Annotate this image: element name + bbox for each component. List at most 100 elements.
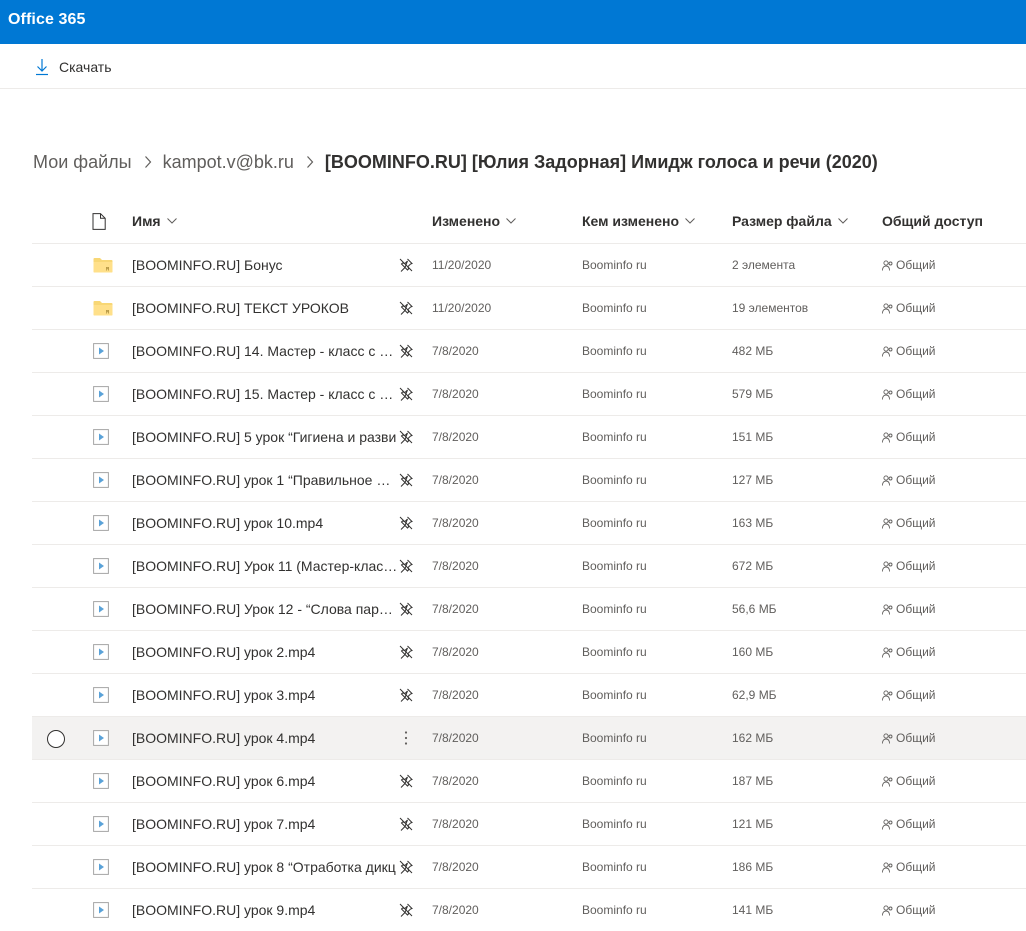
sharing-status[interactable]: Общий xyxy=(882,516,936,530)
table-row[interactable]: [BOOMINFO.RU] урок 3.mp4 7/8/2020 Boominfo… xyxy=(32,674,1026,717)
sharing-status[interactable]: Общий xyxy=(882,387,936,401)
sharing-status[interactable]: Общий xyxy=(882,559,936,573)
pin-off-icon[interactable] xyxy=(398,429,414,445)
table-row[interactable]: [BOOMINFO.RU] 14. Мастер - класс с тем 7/… xyxy=(32,330,1026,373)
chevron-down-icon xyxy=(506,218,516,224)
pin-off-icon[interactable] xyxy=(398,300,414,316)
download-button[interactable]: Скачать xyxy=(34,56,112,78)
modified-date: 11/20/2020 xyxy=(432,301,492,315)
table-row[interactable]: [BOOMINFO.RU] 15. Мастер - класс с тем 7/… xyxy=(32,373,1026,416)
pin-off-icon[interactable] xyxy=(398,515,414,531)
column-header-modified-by[interactable]: Кем изменено xyxy=(582,213,695,229)
sharing-status[interactable]: Общий xyxy=(882,817,936,831)
pin-off-icon[interactable] xyxy=(398,343,414,359)
pin-off-icon[interactable] xyxy=(398,644,414,660)
people-icon xyxy=(882,904,896,916)
command-bar: Скачать xyxy=(0,44,1026,89)
modified-by: Boominfo ru xyxy=(582,817,647,831)
pin-off-icon[interactable] xyxy=(398,902,414,918)
sharing-status[interactable]: Общий xyxy=(882,903,936,917)
file-name[interactable]: [BOOMINFO.RU] урок 9.mp4 xyxy=(132,902,398,918)
pin-off-icon[interactable] xyxy=(398,773,414,789)
file-name[interactable]: [BOOMINFO.RU] Бонус xyxy=(132,257,398,273)
pin-off-icon[interactable] xyxy=(398,386,414,402)
download-label: Скачать xyxy=(59,59,112,75)
table-row[interactable]: я [BOOMINFO.RU] ТЕКСТ УРОКОВ 11/20/2020 Boo… xyxy=(32,287,1026,330)
modified-date: 7/8/2020 xyxy=(432,430,479,444)
pin-off-icon[interactable] xyxy=(398,816,414,832)
file-name[interactable]: [BOOMINFO.RU] урок 3.mp4 xyxy=(132,687,398,703)
pin-off-icon[interactable] xyxy=(398,687,414,703)
people-icon xyxy=(882,302,896,314)
file-name[interactable]: [BOOMINFO.RU] 5 урок “Гигиена и разви xyxy=(132,429,398,445)
pin-off-icon[interactable] xyxy=(398,472,414,488)
breadcrumb-my-files[interactable]: Мои файлы xyxy=(33,152,132,173)
sharing-status[interactable]: Общий xyxy=(882,473,936,487)
pin-off-icon[interactable] xyxy=(398,257,414,273)
table-row[interactable]: [BOOMINFO.RU] урок 7.mp4 7/8/2020 Boominfo… xyxy=(32,803,1026,846)
column-header-size[interactable]: Размер файла xyxy=(732,213,848,229)
column-header-modified[interactable]: Изменено xyxy=(432,213,516,229)
table-row[interactable]: [BOOMINFO.RU] урок 4.mp4 7/8/2020 Boominfo… xyxy=(32,717,1026,760)
more-actions-icon[interactable] xyxy=(398,730,414,746)
file-name[interactable]: [BOOMINFO.RU] 14. Мастер - класс с тем xyxy=(132,343,398,359)
pin-off-icon[interactable] xyxy=(398,558,414,574)
modified-by: Boominfo ru xyxy=(582,645,647,659)
sharing-label: Общий xyxy=(896,731,936,745)
column-size-label: Размер файла xyxy=(732,213,832,229)
sharing-status[interactable]: Общий xyxy=(882,860,936,874)
sharing-status[interactable]: Общий xyxy=(882,774,936,788)
table-row[interactable]: [BOOMINFO.RU] урок 6.mp4 7/8/2020 Boominfo… xyxy=(32,760,1026,803)
file-name[interactable]: [BOOMINFO.RU] урок 1 “Правильное дых xyxy=(132,472,398,488)
video-file-icon xyxy=(93,601,109,620)
pin-off-icon[interactable] xyxy=(398,601,414,617)
modified-by: Boominfo ru xyxy=(582,473,647,487)
table-row[interactable]: [BOOMINFO.RU] Урок 12 - “Слова парази 7/8… xyxy=(32,588,1026,631)
table-row[interactable]: [BOOMINFO.RU] урок 1 “Правильное дых 7/8/… xyxy=(32,459,1026,502)
file-name[interactable]: [BOOMINFO.RU] ТЕКСТ УРОКОВ xyxy=(132,300,398,316)
modified-date: 7/8/2020 xyxy=(432,774,479,788)
people-icon xyxy=(882,689,896,701)
file-type-icon[interactable] xyxy=(92,213,106,230)
file-name[interactable]: [BOOMINFO.RU] урок 8 “Отработка дикц xyxy=(132,859,398,875)
breadcrumb-account[interactable]: kampot.v@bk.ru xyxy=(163,152,294,173)
file-name[interactable]: [BOOMINFO.RU] Урок 12 - “Слова парази xyxy=(132,601,398,617)
table-row[interactable]: я [BOOMINFO.RU] Бонус 11/20/2020 Boominfo r… xyxy=(32,244,1026,287)
sharing-status[interactable]: Общий xyxy=(882,258,936,272)
sharing-status[interactable]: Общий xyxy=(882,602,936,616)
sharing-label: Общий xyxy=(896,387,936,401)
file-name[interactable]: [BOOMINFO.RU] урок 6.mp4 xyxy=(132,773,398,789)
file-name[interactable]: [BOOMINFO.RU] Урок 11 (Мастер-класс с xyxy=(132,558,398,574)
svg-text:я: я xyxy=(106,309,110,316)
file-name[interactable]: [BOOMINFO.RU] 15. Мастер - класс с тем xyxy=(132,386,398,402)
sharing-status[interactable]: Общий xyxy=(882,688,936,702)
folder-icon: я xyxy=(93,257,113,276)
file-name[interactable]: [BOOMINFO.RU] урок 10.mp4 xyxy=(132,515,398,531)
sharing-status[interactable]: Общий xyxy=(882,731,936,745)
row-select-checkbox[interactable] xyxy=(47,730,65,748)
file-name[interactable]: [BOOMINFO.RU] урок 4.mp4 xyxy=(132,730,398,746)
column-header-sharing[interactable]: Общий доступ xyxy=(882,213,983,229)
table-row[interactable]: [BOOMINFO.RU] урок 8 “Отработка дикц 7/8/… xyxy=(32,846,1026,889)
pin-off-icon[interactable] xyxy=(398,859,414,875)
sharing-status[interactable]: Общий xyxy=(882,430,936,444)
video-file-icon xyxy=(93,429,109,448)
file-name[interactable]: [BOOMINFO.RU] урок 7.mp4 xyxy=(132,816,398,832)
file-name[interactable]: [BOOMINFO.RU] урок 2.mp4 xyxy=(132,644,398,660)
file-size: 160 МБ xyxy=(732,645,774,659)
modified-by: Boominfo ru xyxy=(582,860,647,874)
table-row[interactable]: [BOOMINFO.RU] Урок 11 (Мастер-класс с 7/8… xyxy=(32,545,1026,588)
sharing-status[interactable]: Общий xyxy=(882,344,936,358)
sharing-status[interactable]: Общий xyxy=(882,645,936,659)
column-header-name[interactable]: Имя xyxy=(132,213,177,229)
column-modified-label: Изменено xyxy=(432,213,501,229)
table-row[interactable]: [BOOMINFO.RU] 5 урок “Гигиена и разви 7/8… xyxy=(32,416,1026,459)
app-brand[interactable]: Office 365 xyxy=(8,11,85,29)
table-row[interactable]: [BOOMINFO.RU] урок 2.mp4 7/8/2020 Boominfo… xyxy=(32,631,1026,674)
sharing-label: Общий xyxy=(896,688,936,702)
file-size: 482 МБ xyxy=(732,344,774,358)
table-row[interactable]: [BOOMINFO.RU] урок 9.mp4 7/8/2020 Boominfo… xyxy=(32,889,1026,931)
video-file-icon xyxy=(93,902,109,921)
sharing-status[interactable]: Общий xyxy=(882,301,936,315)
table-row[interactable]: [BOOMINFO.RU] урок 10.mp4 7/8/2020 Boominf… xyxy=(32,502,1026,545)
